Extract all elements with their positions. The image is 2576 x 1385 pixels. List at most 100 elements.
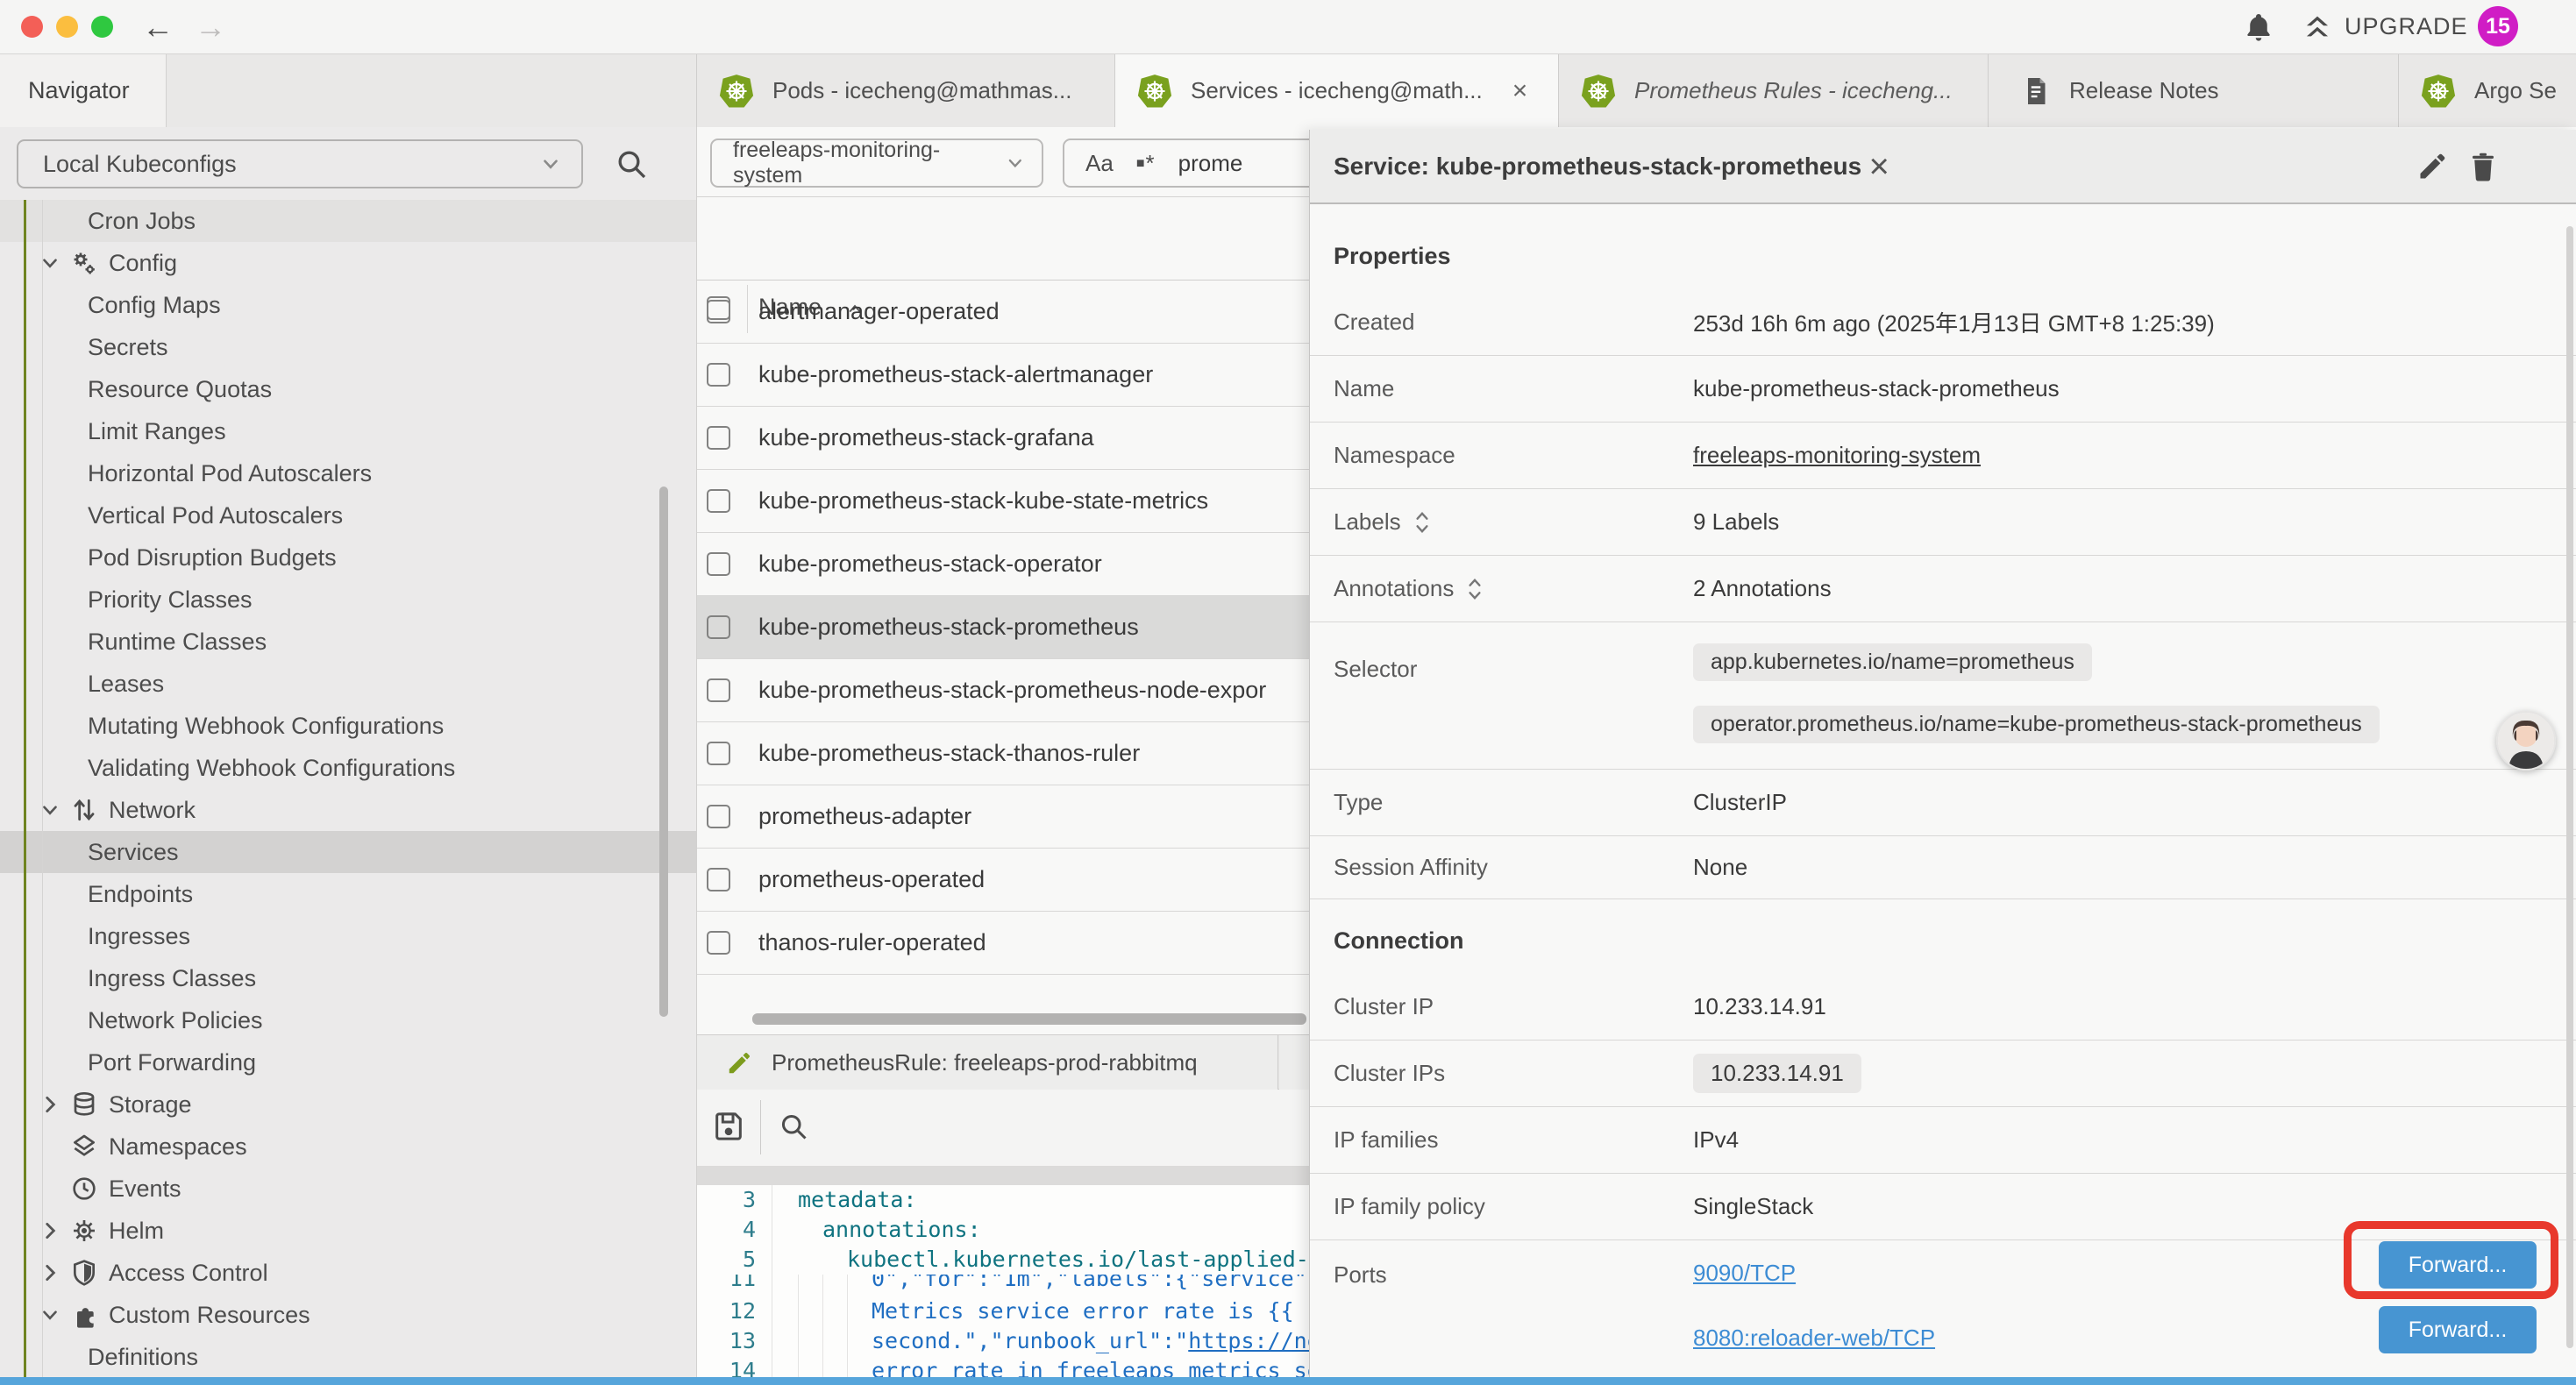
sidebar-item-label: Leases [88,671,164,698]
match-case-toggle[interactable]: Aa [1085,150,1114,177]
namespace-select[interactable]: freeleaps-monitoring-system [710,138,1043,188]
sidebar-item-priority-classes[interactable]: Priority Classes [0,579,697,621]
sidebar-item-ingress-classes[interactable]: Ingress Classes [0,957,697,999]
sidebar-item-label: Ingress Classes [88,965,256,992]
back-arrow-icon[interactable]: ← [142,6,174,48]
sidebar-item-label: Limit Ranges [88,418,226,445]
sidebar-item-config[interactable]: Config [0,242,697,284]
row-checkbox[interactable] [707,300,730,323]
sidebar-item-label: Secrets [88,334,168,361]
forward-button-9090[interactable]: Forward... [2379,1241,2537,1289]
tab-release-notes[interactable]: Release Notes [1989,54,2399,127]
selector-label: Selector [1334,656,1417,683]
sidebar-item-pod-disruption-budgets[interactable]: Pod Disruption Budgets [0,536,697,579]
sidebar-item-limit-ranges[interactable]: Limit Ranges [0,410,697,452]
sidebar-item-endpoints[interactable]: Endpoints [0,873,697,915]
editor-search-icon[interactable] [778,1111,809,1142]
navigator-tab-label: Navigator [28,77,130,104]
row-checkbox[interactable] [707,426,730,450]
notifications-bell-icon[interactable] [2243,11,2274,43]
sidebar-item-ingresses[interactable]: Ingresses [0,915,697,957]
code-text: 0","for":"1m","labels":{"service": [872,1275,1320,1294]
sidebar-item-port-forwarding[interactable]: Port Forwarding [0,1041,697,1083]
sidebar-search-icon[interactable] [614,146,649,181]
sidebar-item-resource-quotas[interactable]: Resource Quotas [0,368,697,410]
row-cluster-ips: Cluster IPs 10.233.14.91 [1310,1041,2576,1107]
updown-icon [70,796,98,824]
namespace-link[interactable]: freeleaps-monitoring-system [1693,442,1981,469]
sidebar-item-services[interactable]: Services [0,831,697,873]
edit-service-icon[interactable] [2416,151,2448,182]
tab-services[interactable]: Services - icecheng@math... × [1115,54,1559,127]
row-checkbox[interactable] [707,742,730,765]
row-annotations: Annotations 2 Annotations [1310,556,2576,622]
sidebar-item-vertical-pod-autoscalers[interactable]: Vertical Pod Autoscalers [0,494,697,536]
sidebar-item-label: Config [109,250,177,277]
sidebar-item-network[interactable]: Network [0,789,697,831]
notification-count-badge[interactable]: 15 [2478,6,2518,46]
sidebar-item-runtime-classes[interactable]: Runtime Classes [0,621,697,663]
sidebar-tabband-filler [167,54,697,127]
sidebar-item-mutating-webhook-configurations[interactable]: Mutating Webhook Configurations [0,705,697,747]
window-minimize-button[interactable] [56,16,78,38]
row-checkbox[interactable] [707,805,730,828]
tab-prometheus-rules[interactable]: Prometheus Rules - icecheng... [1559,54,1989,127]
user-avatar[interactable] [2496,711,2556,771]
sidebar-item-cron-jobs[interactable]: Cron Jobs [0,200,697,242]
sidebar-item-namespaces[interactable]: Namespaces [0,1126,697,1168]
delete-service-icon[interactable] [2467,151,2499,182]
ports-label: Ports [1334,1261,1387,1289]
save-icon[interactable] [711,1109,746,1144]
row-session-affinity: Session Affinity None [1310,836,2576,899]
sidebar-item-label: Cron Jobs [88,208,196,235]
drawer-scrollbar[interactable] [2566,226,2573,1348]
sidebar-item-label: Custom Resources [109,1302,310,1329]
tab-argo[interactable]: Argo Se [2399,54,2576,127]
port-link-8080[interactable]: 8080:reloader-web/TCP [1693,1305,1935,1370]
sidebar-item-network-policies[interactable]: Network Policies [0,999,697,1041]
sort-updown-icon[interactable] [1413,510,1431,535]
sidebar-item-custom-resources[interactable]: Custom Resources [0,1294,697,1336]
row-checkbox[interactable] [707,552,730,576]
forward-arrow-icon[interactable]: → [195,6,226,48]
row-checkbox[interactable] [707,615,730,639]
sidebar-scrollbar[interactable] [659,487,668,1017]
sidebar-item-secrets[interactable]: Secrets [0,326,697,368]
service-name-cell: kube-prometheus-stack-prometheus-node-ex… [758,659,1266,721]
sidebar-item-label: Horizontal Pod Autoscalers [88,460,372,487]
sidebar-item-config-maps[interactable]: Config Maps [0,284,697,326]
drawer-close-icon[interactable]: × [1861,142,1896,191]
indent-guide [822,1275,823,1377]
service-name-cell: thanos-ruler-operated [758,912,986,974]
row-checkbox[interactable] [707,489,730,513]
sidebar-item-storage[interactable]: Storage [0,1083,697,1126]
sidebar-item-label: Helm [109,1218,164,1245]
kubeconfig-select[interactable]: Local Kubeconfigs [17,139,583,188]
upgrade-button[interactable]: UPGRADE [2302,11,2468,42]
tab-close-icon[interactable]: × [1512,76,1528,106]
row-checkbox[interactable] [707,363,730,387]
table-horizontal-scrollbar[interactable] [752,1013,1306,1025]
row-checkbox[interactable] [707,678,730,702]
sidebar-item-helm[interactable]: Helm [0,1210,697,1252]
sidebar-item-validating-webhook-configurations[interactable]: Validating Webhook Configurations [0,747,697,789]
sort-updown-icon[interactable] [1466,577,1484,601]
sidebar-item-leases[interactable]: Leases [0,663,697,705]
line-number: 4 [697,1215,756,1245]
row-ports: Ports 9090/TCP 8080:reloader-web/TCP For… [1310,1240,2576,1381]
sidebar-item-definitions[interactable]: Definitions [0,1336,697,1378]
regex-toggle[interactable]: ■* [1136,150,1156,177]
sidebar-item-events[interactable]: Events [0,1168,697,1210]
row-created: Created 253d 16h 6m ago (2025年1月13日 GMT+… [1310,289,2576,356]
sidebar-panel-tab-navigator[interactable]: Navigator [0,54,167,127]
row-checkbox[interactable] [707,868,730,891]
window-close-button[interactable] [21,16,43,38]
port-link-9090[interactable]: 9090/TCP [1693,1240,1935,1305]
forward-button-8080[interactable]: Forward... [2379,1306,2537,1353]
sidebar-item-horizontal-pod-autoscalers[interactable]: Horizontal Pod Autoscalers [0,452,697,494]
sidebar-item-access-control[interactable]: Access Control [0,1252,697,1294]
dock-tab-prometheusrule[interactable]: PrometheusRule: freeleaps-prod-rabbitmq [697,1035,1278,1090]
window-zoom-button[interactable] [91,16,113,38]
row-checkbox[interactable] [707,931,730,955]
tab-pods[interactable]: Pods - icecheng@mathmas... [697,54,1115,127]
